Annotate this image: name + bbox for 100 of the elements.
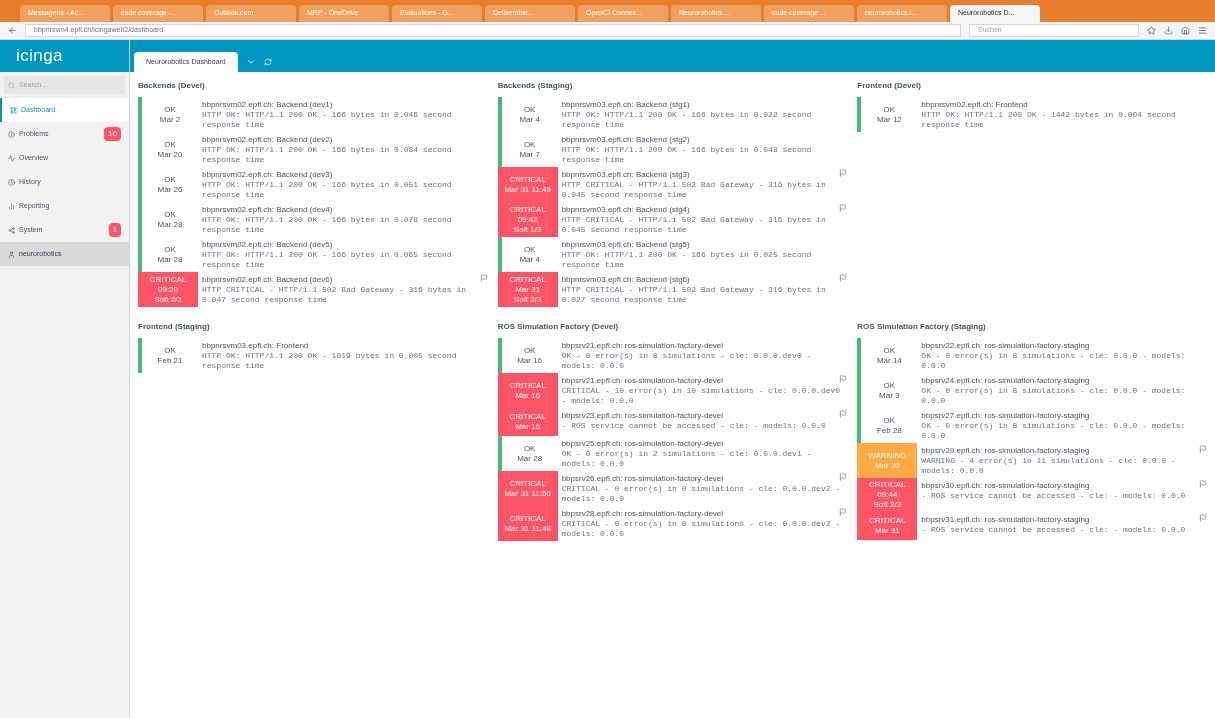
service-name[interactable]: bbpsrv30.epfl.ch: ros-simulation-factory-staging bbox=[921, 480, 1090, 491]
nav-icon bbox=[8, 154, 15, 162]
service-name[interactable]: bbpnrsvm02.epfl.ch: Backend (dev3) bbox=[202, 169, 333, 180]
dashlet-title: ROS Simulation Factory (Devel) bbox=[497, 321, 620, 333]
state-label: CRITICAL bbox=[509, 478, 546, 489]
dashlet-title: Backends (Staging) bbox=[497, 80, 574, 92]
dashlet-title: Backends (Devel) bbox=[138, 80, 206, 92]
service-name[interactable]: bbpnrsvm03.epfl.ch: Backend (stg5) bbox=[561, 239, 690, 250]
state-label: OK bbox=[523, 104, 536, 115]
since-label: Mar 16 bbox=[515, 422, 541, 432]
dashlet-title: Frontend (Devel) bbox=[857, 80, 922, 92]
since-label: Soft 2/3 bbox=[873, 500, 902, 510]
service-name[interactable]: bbpsrv31.epfl.ch: ros-simulation-factory-staging bbox=[921, 514, 1090, 525]
dropdown-icon[interactable] bbox=[245, 57, 256, 67]
state-label: CRITICAL bbox=[869, 480, 906, 490]
service-name[interactable]: bbpnrsvm02.epfl.ch: Backend (dev6) bbox=[202, 274, 333, 285]
service-name[interactable]: bbpsrv21.epfl.ch: ros-simulation-factory-devel bbox=[561, 375, 724, 386]
service-name[interactable]: bbpsrv27.epfl.ch: ros-simulation-factory-staging bbox=[921, 410, 1090, 421]
plugin-output: HTTP CRITICAL - HTTP/1.1 502 Bad Gateway - 316 bytes in 0.027 second response time bbox=[561, 285, 827, 305]
since-label: 09:42 bbox=[517, 214, 538, 225]
nav-icon bbox=[10, 106, 17, 114]
plugin-output: CRITICAL - 0 error(s) in 0 simulations - cle: 0.0.0.dev2 - models: 0.0.0 bbox=[561, 519, 842, 539]
service-name[interactable]: bbpsrv21.epfl.ch: ros-simulation-factory-devel bbox=[561, 340, 724, 351]
service-name[interactable]: bbpnrsvm02.epfl.ch: Frontend bbox=[921, 99, 1028, 110]
state-label: CRITICAL bbox=[509, 513, 546, 524]
since-label: Mar 12 bbox=[876, 114, 902, 125]
back-icon[interactable] bbox=[8, 26, 17, 35]
plugin-output: HTTP OK: HTTP/1.1 200 OK - 1019 bytes in 0.005 second response time bbox=[202, 351, 458, 371]
since-label: 09:20 bbox=[158, 284, 178, 295]
count-badge: 10 bbox=[104, 127, 121, 141]
service-name[interactable]: bbpsrv26.epfl.ch: ros-simulation-factory-devel bbox=[561, 473, 724, 484]
service-name[interactable]: bbpnrsvm02.epfl.ch: Backend (dev1) bbox=[202, 99, 333, 110]
nav-icon bbox=[8, 226, 15, 234]
menu-icon[interactable] bbox=[1198, 26, 1207, 35]
plugin-output: HTTP CRITICAL - HTTP/1.1 502 Bad Gateway - 316 bytes in 0.045 second response time bbox=[561, 180, 827, 200]
state-label: OK bbox=[883, 345, 896, 356]
state-label: OK bbox=[523, 345, 536, 356]
state-label: CRITICAL bbox=[869, 516, 906, 526]
since-label: Mar 28 bbox=[517, 453, 543, 464]
since-label: Mar 14 bbox=[876, 355, 902, 366]
service-name[interactable]: bbpsrv24.epfl.ch: ros-simulation-factory-staging bbox=[921, 375, 1090, 386]
dashlet-title: ROS Simulation Factory (Staging) bbox=[857, 321, 987, 333]
since-label: Soft 2/3 bbox=[154, 294, 182, 305]
service-name[interactable]: bbpnrsvm02.epfl.ch: Backend (dev2) bbox=[202, 134, 333, 145]
plugin-output: HTTP OK: HTTP/1.1 200 OK - 1442 bytes in 0.004 second response time bbox=[921, 110, 1177, 130]
since-label: Mar 4 bbox=[519, 114, 540, 125]
state-label: OK bbox=[164, 139, 176, 150]
nav-icon bbox=[8, 178, 15, 186]
plugin-output: OK - 0 error(s) in 8 simulations - cle: 0.0.0 - models: 0.0.0 bbox=[921, 386, 1187, 406]
since-label: Mar 30 bbox=[874, 460, 900, 471]
since-label: Mar 16 bbox=[517, 355, 543, 366]
state-label: OK bbox=[164, 104, 176, 115]
service-name[interactable]: bbpsrv22.epfl.ch: ros-simulation-factory-staging bbox=[921, 340, 1090, 351]
since-label: Mar 3 bbox=[879, 390, 900, 401]
download-icon[interactable] bbox=[1164, 26, 1173, 35]
service-name[interactable]: bbpnrsvm03.epfl.ch: Backend (stg3) bbox=[561, 169, 690, 180]
since-label: Mar 31 11:50 bbox=[504, 488, 551, 499]
star-icon[interactable] bbox=[1147, 26, 1156, 35]
plugin-output: HTTP OK: HTTP/1.1 200 OK - 166 bytes in 0.065 second response time bbox=[202, 250, 453, 270]
service-name[interactable]: bbpnrsvm02.epfl.ch: Backend (dev5) bbox=[202, 239, 333, 250]
plugin-output: - ROS service cannot be accessed - cle: - models: 0.0.0 bbox=[561, 421, 827, 431]
since-label: Mar 31 11:49 bbox=[504, 184, 551, 195]
state-label: CRITICAL bbox=[509, 274, 546, 285]
since-label: Mar 31 11:48 bbox=[504, 523, 551, 534]
plugin-output: - ROS service cannot be accessed - cle: - models: 0.0.0 bbox=[921, 491, 1187, 501]
home-icon[interactable] bbox=[1181, 26, 1190, 35]
since-label: Mar 31 bbox=[515, 284, 541, 295]
state-label: OK bbox=[523, 244, 536, 255]
service-name[interactable]: bbpsrv25.epfl.ch: ros-simulation-factory-devel bbox=[561, 438, 724, 449]
plugin-output: OK - 0 error(s) in 8 simulations - cle: 0.0.0.dev0 - models: 0.0.0 bbox=[561, 351, 813, 371]
plugin-output: OK - 0 error(s) in 8 simulations - cle: 0.0.0 - models: 0.0.0 bbox=[921, 421, 1187, 441]
service-name[interactable]: bbpsrv29.epfl.ch: ros-simulation-factory-staging bbox=[921, 445, 1090, 456]
state-label: CRITICAL bbox=[509, 380, 546, 391]
search-icon bbox=[8, 81, 15, 89]
since-label: Feb 21 bbox=[157, 355, 183, 366]
plugin-output: CRITICAL - 10 error(s) in 10 simulations - cle: 0.0.0.dev0 - models: 0.0.0 bbox=[561, 386, 842, 406]
state-label: CRITICAL bbox=[509, 204, 546, 215]
since-label: Mar 20 bbox=[157, 149, 183, 160]
since-label: Mar 31 bbox=[874, 526, 900, 536]
plugin-output: HTTP OK: HTTP/1.1 200 OK - 166 bytes in 0.022 second response time bbox=[561, 110, 813, 130]
service-name[interactable]: bbpnrsvm03.epfl.ch: Backend (stg2) bbox=[561, 134, 690, 145]
state-label: OK bbox=[164, 345, 176, 356]
plugin-output: CRITICAL - 0 error(s) in 0 simulations - cle: 0.0.0.dev2 - models: 0.0.0 bbox=[561, 484, 842, 504]
state-label: OK bbox=[164, 244, 176, 255]
nav-icon bbox=[8, 130, 15, 138]
since-label: Soft 1/3 bbox=[513, 224, 542, 235]
service-name[interactable]: bbpsrv23.epfl.ch: ros-simulation-factory-devel bbox=[561, 410, 724, 421]
plugin-output: HTTP OK: HTTP/1.1 200 OK - 166 bytes in 0.078 second response time bbox=[202, 215, 453, 235]
service-name[interactable]: bbpnrsvm03.epfl.ch: Backend (stg4) bbox=[561, 204, 690, 215]
service-name[interactable]: bbpnrsvm03.epfl.ch: Frontend bbox=[202, 340, 309, 351]
since-label: Soft 2/3 bbox=[513, 294, 542, 305]
plugin-output: - ROS service cannot be accessed - cle: - models: 0.0.0 bbox=[921, 525, 1187, 535]
state-label: CRITICAL bbox=[509, 412, 546, 422]
service-name[interactable]: bbpnrsvm03.epfl.ch: Backend (stg6) bbox=[561, 274, 690, 285]
service-name[interactable]: bbpnrsvm03.epfl.ch: Backend (stg1) bbox=[561, 99, 690, 110]
service-name[interactable]: bbpnrsvm02.epfl.ch: Backend (dev4) bbox=[202, 204, 333, 215]
plugin-output: HTTP OK: HTTP/1.1 200 OK - 166 bytes in 0.051 second response time bbox=[202, 180, 453, 200]
service-name[interactable]: bbpsrv28.epfl.ch: ros-simulation-factory-devel bbox=[561, 508, 724, 519]
since-label: Mar 28 bbox=[157, 254, 183, 265]
refresh-icon[interactable] bbox=[263, 58, 272, 66]
